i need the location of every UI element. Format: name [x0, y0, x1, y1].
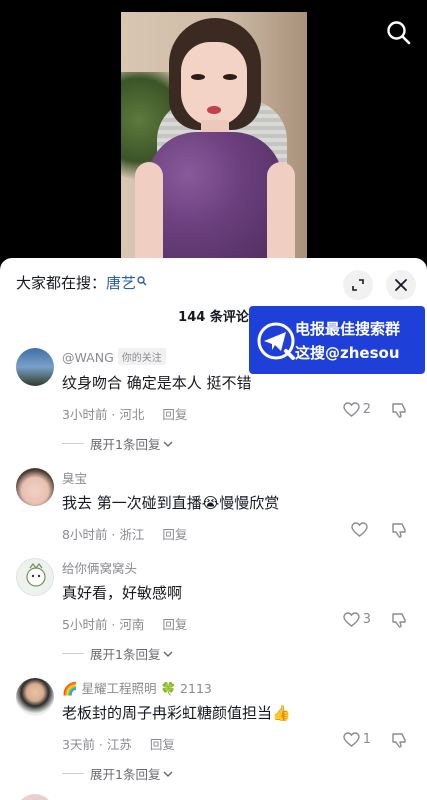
following-tag: 你的关注	[117, 348, 166, 365]
comment-time-location: 8小时前 · 浙江	[62, 527, 145, 542]
expand-icon[interactable]	[343, 270, 373, 300]
heart-icon	[343, 402, 360, 417]
avatar[interactable]	[16, 348, 54, 386]
heart-icon	[343, 612, 360, 627]
like-button[interactable]: 3	[343, 612, 371, 627]
expand-replies-label: 展开1条回复	[90, 767, 161, 782]
avatar[interactable]	[16, 558, 54, 596]
close-icon[interactable]	[386, 270, 416, 300]
dislike-icon[interactable]	[391, 733, 407, 752]
search-suggestion[interactable]: 大家都在搜：唐艺	[16, 272, 147, 293]
expand-replies-button[interactable]: 展开1条回复	[62, 764, 173, 783]
reply-button[interactable]: 回复	[162, 527, 187, 542]
reply-button[interactable]: 回复	[162, 617, 187, 632]
reply-button[interactable]: 回复	[162, 407, 187, 422]
comment-username[interactable]: 🌈 星耀工程照明 🍀 2113	[62, 678, 212, 697]
comment-meta: 5小时前 · 河南 回复	[62, 614, 187, 633]
chevron-down-icon	[163, 771, 173, 777]
comment-time-location: 3天前 · 江苏	[62, 737, 132, 752]
comment-time-location: 3小时前 · 河北	[62, 407, 145, 422]
expand-replies-label: 展开1条回复	[90, 437, 161, 452]
ad-banner[interactable]: 电报最佳搜索群 这搜@zhesou	[249, 306, 425, 374]
chevron-down-icon	[163, 441, 173, 447]
expand-replies-button[interactable]: 展开1条回复	[62, 434, 173, 453]
mini-search-icon	[137, 276, 147, 286]
comment-meta: 8小时前 · 浙江 回复	[62, 524, 187, 543]
expand-replies-button[interactable]: 展开1条回复	[62, 644, 173, 663]
username-text: @WANG	[62, 350, 114, 365]
like-count: 1	[362, 732, 371, 747]
like-button[interactable]: 1	[343, 732, 371, 747]
like-button[interactable]	[351, 522, 371, 537]
comment-time-location: 5小时前 · 河南	[62, 617, 145, 632]
comment-text: 老板封的周子冉彩虹糖颜值担当👍	[62, 704, 291, 722]
like-count: 3	[362, 612, 371, 627]
video-frame	[121, 12, 307, 262]
banner-line-2: 这搜@zhesou	[295, 344, 400, 362]
comment-meta: 3小时前 · 河北 回复	[62, 404, 187, 423]
heart-icon	[343, 732, 360, 747]
avatar[interactable]	[16, 468, 54, 506]
avatar[interactable]	[16, 794, 54, 800]
avatar[interactable]	[16, 678, 54, 716]
comment-text: 纹身吻合 确定是本人 挺不错	[62, 374, 252, 392]
dislike-icon[interactable]	[391, 523, 407, 542]
search-icon[interactable]	[384, 18, 414, 48]
comment-text: 我去 第一次碰到直播😭慢慢欣赏	[62, 494, 280, 512]
comment-username[interactable]: @WANG 你的关注	[62, 348, 166, 365]
chevron-down-icon	[163, 651, 173, 657]
expand-replies-label: 展开1条回复	[90, 647, 161, 662]
banner-line-1: 电报最佳搜索群	[295, 320, 401, 338]
reply-button[interactable]: 回复	[150, 737, 175, 752]
comment-username[interactable]: 给你俩窝窝头	[62, 558, 137, 577]
video-player[interactable]	[0, 0, 427, 262]
comment-username[interactable]: 臭宝	[62, 468, 87, 487]
search-suggestion-prefix: 大家都在搜：	[16, 274, 107, 292]
comment-sheet: 大家都在搜：唐艺 144 条评论 电报最佳搜索群 这搜@zhesou @WANG…	[0, 258, 427, 800]
heart-icon	[351, 522, 368, 537]
search-suggestion-keyword[interactable]: 唐艺	[106, 274, 136, 292]
comment-text: 真好看，好敏感啊	[62, 584, 183, 602]
comment-meta: 3天前 · 江苏 回复	[62, 734, 175, 753]
dislike-icon[interactable]	[391, 403, 407, 422]
like-count: 2	[362, 402, 371, 417]
like-button[interactable]: 2	[343, 402, 371, 417]
telegram-icon	[257, 322, 295, 360]
dislike-icon[interactable]	[391, 613, 407, 632]
